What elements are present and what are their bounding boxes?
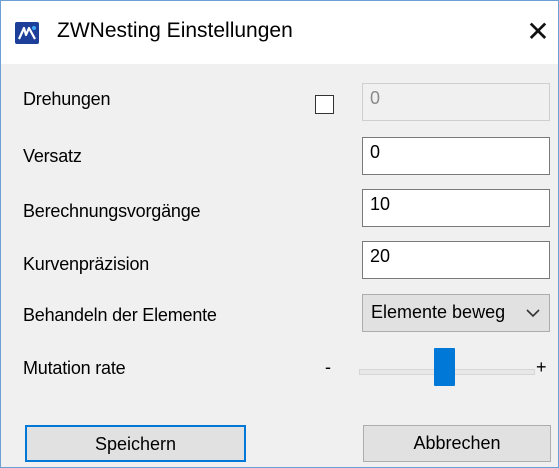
mutation-rate-label: Mutation rate <box>23 358 126 378</box>
app-icon <box>15 22 39 44</box>
save-button[interactable]: Speichern <box>25 425 246 462</box>
element-handling-label: Behandeln der Elemente <box>23 305 217 325</box>
title-bar: ZWNesting Einstellungen ✕ <box>1 1 558 64</box>
offset-label: Versatz <box>23 146 82 166</box>
slider-min-symbol: - <box>325 357 331 377</box>
cancel-button[interactable]: Abbrechen <box>363 425 551 462</box>
rotations-checkbox[interactable] <box>315 95 334 114</box>
offset-input[interactable]: 0 <box>362 137 550 175</box>
rotations-label: Drehungen <box>23 89 111 109</box>
rotations-input: 0 <box>362 83 550 121</box>
curve-precision-label: Kurvenpräzision <box>23 254 150 274</box>
slider-max-symbol: + <box>536 357 547 377</box>
iterations-input[interactable]: 10 <box>362 189 550 227</box>
close-icon: ✕ <box>526 15 550 48</box>
settings-dialog: ZWNesting Einstellungen ✕ Drehungen 0 Ve… <box>0 0 559 468</box>
chevron-down-icon <box>526 309 540 318</box>
iterations-label: Berechnungsvorgänge <box>23 201 201 221</box>
window-title: ZWNesting Einstellungen <box>57 19 293 42</box>
element-handling-value: Elemente beweg <box>371 302 506 322</box>
curve-precision-input[interactable]: 20 <box>362 241 550 279</box>
close-button[interactable]: ✕ <box>521 15 555 49</box>
element-handling-select[interactable]: Elemente beweg <box>362 294 550 332</box>
mutation-rate-slider-thumb[interactable] <box>434 348 455 386</box>
